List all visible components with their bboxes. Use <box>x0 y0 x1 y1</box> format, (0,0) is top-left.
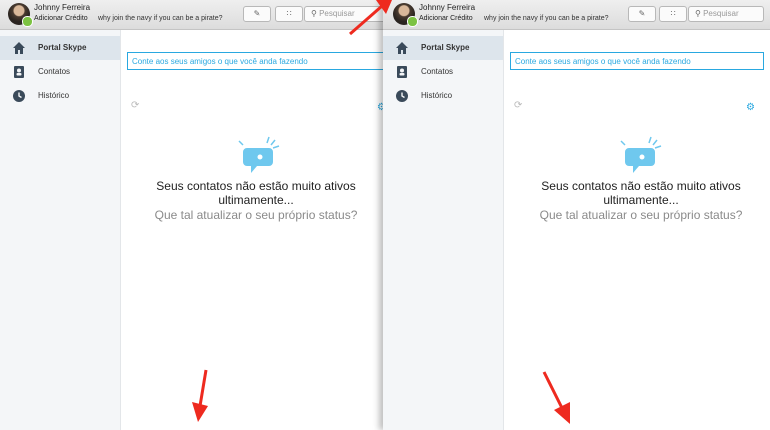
home-icon <box>396 42 408 54</box>
speech-bubble-icon <box>238 136 280 173</box>
presence-online-icon <box>22 16 33 27</box>
compose-icon: ✎ <box>638 9 646 18</box>
empty-state-subtitle: Que tal atualizar o seu próprio status? <box>539 208 743 222</box>
speech-bubble-icon <box>620 136 662 173</box>
annotation-arrow-icon <box>542 371 570 424</box>
refresh-icon[interactable]: ⟳ <box>131 100 139 111</box>
dialpad-button[interactable]: ∷ <box>659 6 687 22</box>
search-placeholder: Pesquisar <box>703 9 739 18</box>
annotation-arrow-icon <box>349 0 392 36</box>
sidebar-item-label: Contatos <box>38 67 71 76</box>
mood-message[interactable]: why join the navy if you can be a pirate… <box>484 15 609 22</box>
empty-state-title: Seus contatos não estão muito ativos ult… <box>541 179 741 207</box>
dialpad-icon: ∷ <box>670 9 676 18</box>
clock-icon <box>13 90 25 102</box>
gear-icon[interactable]: ⚙ <box>746 102 755 113</box>
title-bar: Johnny Ferreira Adicionar Crédito why jo… <box>383 0 770 30</box>
empty-state-title: Seus contatos não estão muito ativos ult… <box>156 179 356 207</box>
add-credit-link[interactable]: Adicionar Crédito <box>34 15 88 22</box>
main-panel: Conte aos seus amigos o que você anda fa… <box>121 30 386 430</box>
sidebar: Portal Skype Contatos Histórico <box>383 30 504 430</box>
mood-message[interactable]: why join the navy if you can be a pirate… <box>98 15 223 22</box>
status-input[interactable]: Conte aos seus amigos o que você anda fa… <box>510 52 764 70</box>
sidebar-item-historico[interactable]: Histórico <box>0 84 120 108</box>
contacts-book-icon <box>397 66 407 78</box>
search-icon: ⚲ <box>311 9 317 18</box>
sidebar: Portal Skype Contatos Histórico <box>0 30 121 430</box>
sidebar-item-label: Portal Skype <box>421 43 470 52</box>
compose-button[interactable]: ✎ <box>628 6 656 22</box>
search-box[interactable]: ⚲ Pesquisar <box>688 6 764 22</box>
compose-button[interactable]: ✎ <box>243 6 271 22</box>
sidebar-item-label: Portal Skype <box>38 43 87 52</box>
sidebar-item-contatos[interactable]: Contatos <box>0 60 120 84</box>
annotation-arrow-icon <box>192 369 208 422</box>
avatar[interactable] <box>393 3 418 27</box>
sidebar-item-portal-skype[interactable]: Portal Skype <box>0 36 120 60</box>
clock-icon <box>396 90 408 102</box>
user-name[interactable]: Johnny Ferreira <box>419 3 475 12</box>
empty-state-subtitle: Que tal atualizar o seu próprio status? <box>154 208 358 222</box>
sidebar-item-label: Contatos <box>421 67 454 76</box>
title-bar: Johnny Ferreira Adicionar Crédito why jo… <box>0 0 386 30</box>
home-icon <box>13 42 25 54</box>
sidebar-item-label: Histórico <box>38 91 70 100</box>
sidebar-item-label: Histórico <box>421 91 453 100</box>
sidebar-item-historico[interactable]: Histórico <box>383 84 503 108</box>
status-input[interactable]: Conte aos seus amigos o que você anda fa… <box>127 52 386 70</box>
skype-window-left: Johnny Ferreira Adicionar Crédito why jo… <box>0 0 386 430</box>
user-name[interactable]: Johnny Ferreira <box>34 3 90 12</box>
sidebar-item-contatos[interactable]: Contatos <box>383 60 503 84</box>
compose-icon: ✎ <box>253 9 261 18</box>
search-icon: ⚲ <box>695 9 701 18</box>
dialpad-button[interactable]: ∷ <box>275 6 303 22</box>
add-credit-link[interactable]: Adicionar Crédito <box>419 15 473 22</box>
contacts-book-icon <box>14 66 24 78</box>
skype-window-right: Johnny Ferreira Adicionar Crédito why jo… <box>383 0 770 430</box>
presence-online-icon <box>407 16 418 27</box>
refresh-icon[interactable]: ⟳ <box>514 100 522 111</box>
avatar[interactable] <box>8 3 33 27</box>
sidebar-item-portal-skype[interactable]: Portal Skype <box>383 36 503 60</box>
dialpad-icon: ∷ <box>286 9 292 18</box>
